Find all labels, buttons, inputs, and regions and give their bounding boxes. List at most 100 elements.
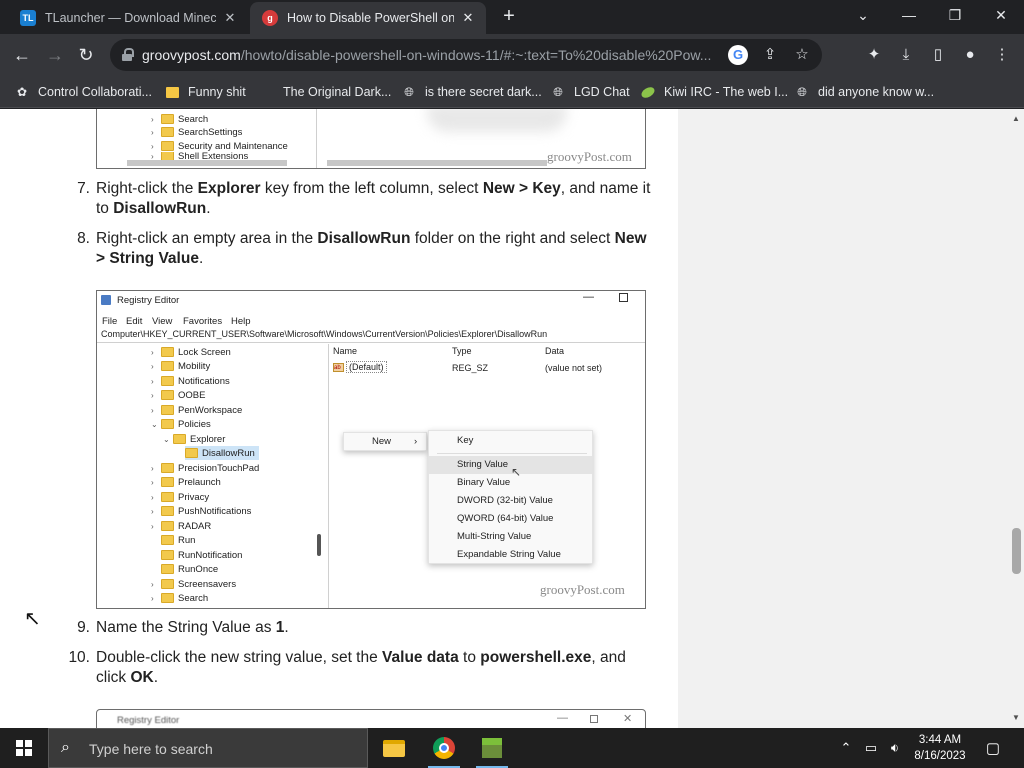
tree-item: › Screensavers xyxy=(151,578,237,590)
show-hidden-icons-button[interactable]: ⌃ xyxy=(836,728,856,768)
tree-item: › PenWorkspace xyxy=(151,404,243,416)
bookmark-kiwi-irc[interactable]: Kiwi IRC - The web I... xyxy=(639,82,788,102)
chrome-app[interactable] xyxy=(420,728,468,768)
bookmark-star-icon[interactable]: ☆ xyxy=(792,45,812,65)
tree-item: › Security and Maintenance xyxy=(151,140,288,152)
watermark: groovyPost.com xyxy=(547,149,632,164)
maximize-icon xyxy=(619,293,628,302)
page-scrollbar[interactable]: ▲ ▼ xyxy=(1008,109,1024,728)
notifications-icon[interactable]: ▢ xyxy=(978,728,1008,768)
search-icon: ⌕ xyxy=(61,739,70,756)
browser-window: TL TLauncher — Download Minecra ✕ g How … xyxy=(0,0,1024,768)
volume-icon[interactable]: 🔉︎ xyxy=(884,728,906,768)
menu-item-qword-value: QWORD (64-bit) Value xyxy=(457,513,554,524)
puzzle-icon: ✿ xyxy=(16,85,28,99)
file-explorer-app[interactable] xyxy=(370,728,418,768)
minimize-button[interactable]: — xyxy=(886,0,932,30)
globe-icon: 🌐︎ xyxy=(404,84,414,99)
article-body: › Search › SearchSettings › Security and Ma… xyxy=(0,109,678,728)
restore-button[interactable]: ❐ xyxy=(932,0,978,30)
google-lens-icon[interactable]: G xyxy=(728,45,748,65)
tree-item: › PushNotifications xyxy=(151,505,252,517)
registry-tree-pane: › Lock Screen › Mobility › Notifications › O… xyxy=(97,344,329,608)
bookmark-did-anyone-know[interactable]: 🌐︎ did anyone know w... xyxy=(794,82,934,102)
new-tab-button[interactable]: + xyxy=(498,6,520,28)
close-tab-icon[interactable]: ✕ xyxy=(222,10,238,26)
tree-item: RunNotification xyxy=(151,548,242,562)
tree-item: › Search xyxy=(151,113,209,125)
minimize-icon: — xyxy=(583,291,594,303)
h-scrollbar xyxy=(127,160,287,166)
forward-button[interactable]: → xyxy=(42,42,68,68)
column-data: Data xyxy=(545,346,565,356)
windows-taskbar: ⌕ Type here to search ⌃ ▭ 🔉︎ 3:44 AM 8/1… xyxy=(0,728,1024,768)
system-clock[interactable]: 3:44 AM 8/16/2023 xyxy=(908,732,972,764)
side-panel-icon[interactable]: ▯ xyxy=(926,43,950,67)
tab-search-button[interactable]: ⌄ xyxy=(840,0,886,30)
scroll-up-icon[interactable]: ▲ xyxy=(1008,111,1024,127)
lock-icon[interactable] xyxy=(122,48,134,61)
tree-item: RunOnce xyxy=(151,562,218,576)
bookmark-lgd-chat[interactable]: 🌐︎ LGD Chat xyxy=(550,82,629,102)
tree-item: ⌄ Explorer xyxy=(163,433,226,445)
bookmark-original-dark[interactable]: The Original Dark... xyxy=(259,82,391,102)
chrome-icon xyxy=(433,737,455,759)
profile-avatar-icon[interactable]: ● xyxy=(958,43,982,67)
registry-editor-screenshot: Registry Editor — File Edit View Favorit… xyxy=(96,290,646,609)
value-row-default: ab (Default) xyxy=(333,361,387,373)
minimize-icon: — xyxy=(557,712,568,724)
bookmark-secret-dark[interactable]: 🌐︎ is there secret dark... xyxy=(401,82,542,102)
close-tab-icon[interactable]: ✕ xyxy=(460,10,476,26)
minecraft-grass-block-icon xyxy=(482,738,502,758)
start-button[interactable] xyxy=(0,728,48,768)
mouse-cursor-icon: ↖ xyxy=(24,608,41,630)
bookmark-funny-shit[interactable]: Funny shit xyxy=(164,82,246,102)
folder-icon xyxy=(383,739,405,757)
close-window-button[interactable]: ✕ xyxy=(978,0,1024,30)
reload-button[interactable]: ↻ xyxy=(73,42,99,68)
tree-item: › Prelaunch xyxy=(151,476,221,488)
network-icon[interactable]: ▭ xyxy=(860,728,882,768)
registry-app-icon xyxy=(101,295,111,305)
menu-item-key: Key xyxy=(457,435,474,446)
tree-item-selected: DisallowRun xyxy=(185,446,259,460)
tree-item: › Notifications xyxy=(151,375,230,387)
scroll-down-icon[interactable]: ▼ xyxy=(1008,710,1024,726)
column-name: Name xyxy=(333,346,358,356)
menu-kebab-icon[interactable]: ⋮ xyxy=(990,43,1014,67)
url-text[interactable]: groovypost.com/howto/disable-powershell-… xyxy=(142,47,732,63)
tab-title: TLauncher — Download Minecra xyxy=(45,11,216,25)
tab-tlauncher[interactable]: TL TLauncher — Download Minecra ✕ xyxy=(8,2,248,34)
tree-item: › Lock Screen xyxy=(151,346,231,358)
globe-icon: 🌐︎ xyxy=(553,84,563,99)
step-8: 8. Right-click an empty area in the Disa… xyxy=(77,230,647,267)
bookmark-control-collaboration[interactable]: ✿ Control Collaborati... xyxy=(14,82,152,102)
menu-item-multi-string-value: Multi-String Value xyxy=(457,531,532,542)
tab-groovypost[interactable]: g How to Disable PowerShell on W ✕ xyxy=(250,2,486,34)
groovypost-favicon-icon: g xyxy=(262,10,278,26)
taskbar-search[interactable]: ⌕ Type here to search xyxy=(48,728,368,768)
menu-item-dword-value: DWORD (32-bit) Value xyxy=(457,495,553,506)
back-button[interactable]: ← xyxy=(9,42,35,68)
tree-item: › Shell Extensions xyxy=(151,152,249,160)
tab-strip: TL TLauncher — Download Minecra ✕ g How … xyxy=(0,0,1024,34)
menu-item-new: New › xyxy=(372,436,418,447)
minecraft-app[interactable] xyxy=(468,728,516,768)
extensions-puzzle-icon[interactable]: ✦ xyxy=(862,43,886,67)
tree-item: Run xyxy=(151,533,195,547)
step-9: 9. Name the String Value as 1. xyxy=(77,619,289,636)
address-bar[interactable]: groovypost.com/howto/disable-powershell-… xyxy=(110,39,822,71)
tree-item: › Privacy xyxy=(151,491,210,503)
cursor-icon: ↖ xyxy=(511,465,522,479)
new-submenu: Key String Value Binary Value DWORD (32-… xyxy=(428,430,593,564)
download-icon[interactable]: ⤓ xyxy=(894,43,918,67)
registry-path: Computer\HKEY_CURRENT_USER\Software\Micr… xyxy=(97,329,645,343)
tree-item: › Search xyxy=(151,592,209,604)
folder-icon xyxy=(164,84,180,100)
page-sidebar xyxy=(678,109,1008,728)
menu-item-expandable-string-value: Expandable String Value xyxy=(457,549,561,560)
share-icon[interactable]: ⇪ xyxy=(760,45,780,65)
scroll-thumb[interactable] xyxy=(1012,528,1021,574)
tlauncher-favicon-icon: TL xyxy=(20,10,36,26)
registry-titlebar: Registry Editor — xyxy=(97,291,645,311)
